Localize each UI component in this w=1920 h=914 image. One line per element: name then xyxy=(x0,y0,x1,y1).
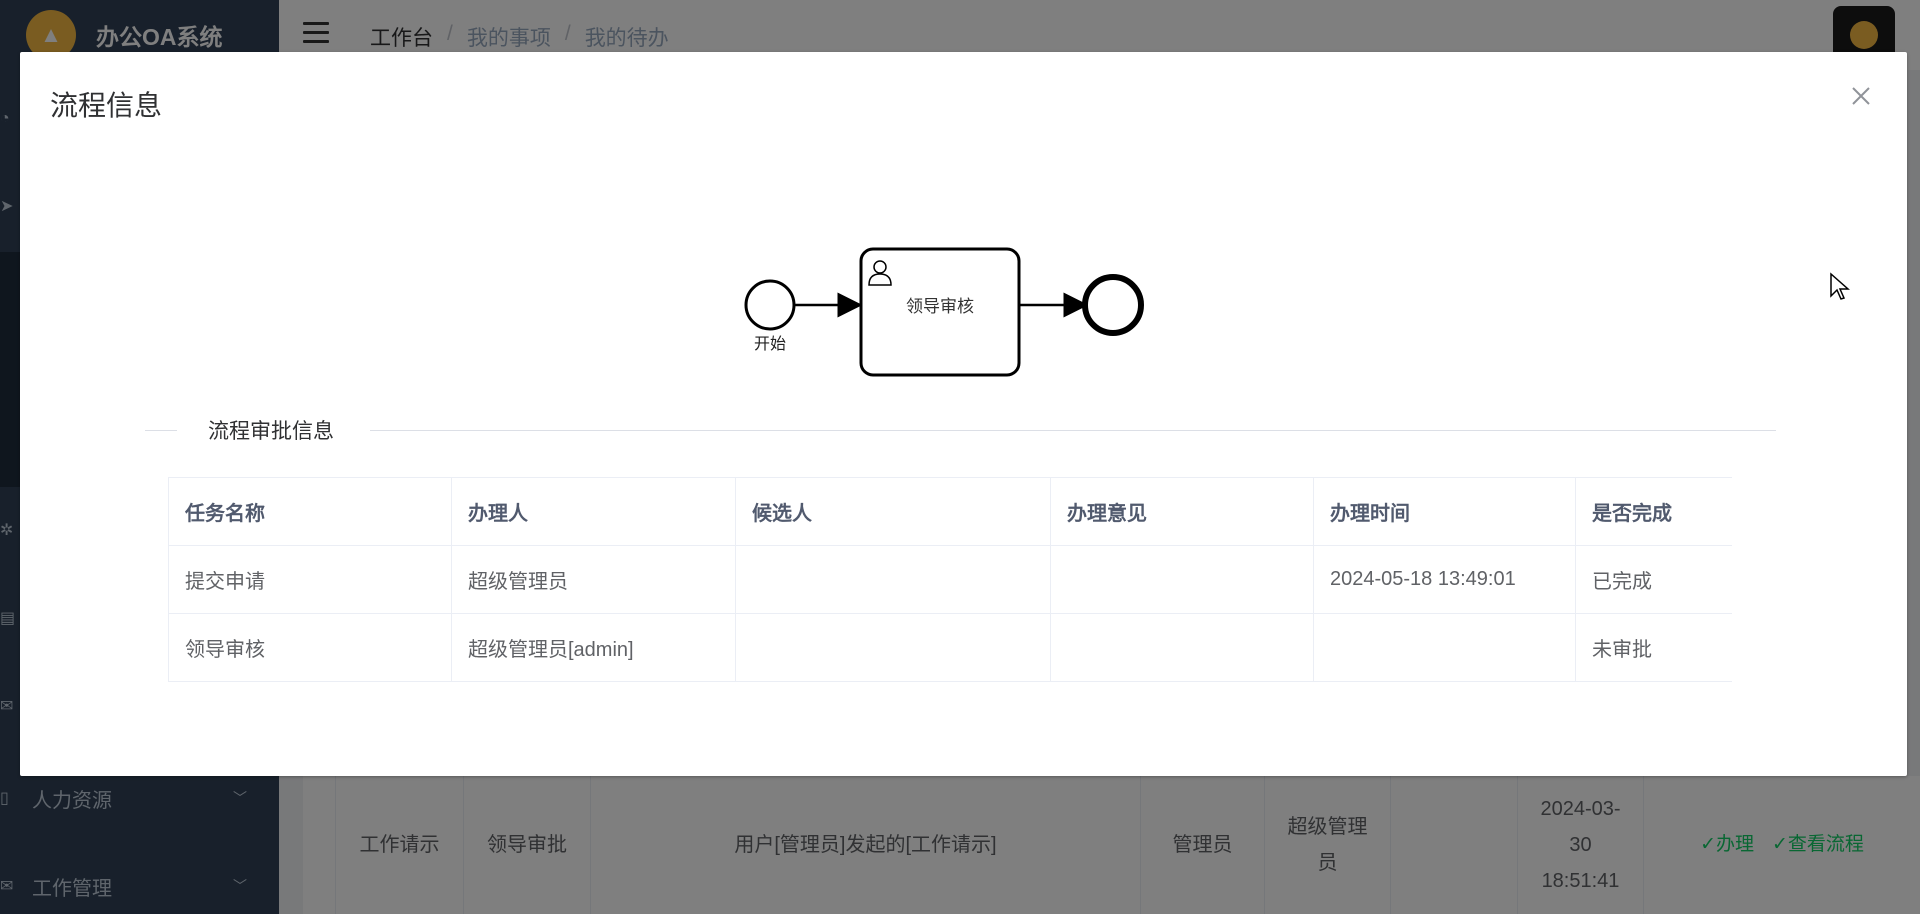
start-event[interactable] xyxy=(744,279,796,331)
task-label: 领导审核 xyxy=(906,297,974,317)
close-icon[interactable] xyxy=(1849,84,1873,108)
column-header: 候选人 xyxy=(735,477,1051,546)
bpmn-diagram: 开始 领导审核 xyxy=(720,232,1220,412)
process-info-dialog: 流程信息 开始 领导审核 流程审批信息 任务名称 办理人 候选人 办理意见 办理… xyxy=(20,52,1907,776)
handler-cell: 超级管理员[admin] xyxy=(451,613,736,682)
mouse-cursor-icon xyxy=(1829,272,1851,302)
handler-cell: 超级管理员 xyxy=(451,545,736,614)
candidate-cell xyxy=(735,545,1051,614)
candidate-cell xyxy=(735,613,1051,682)
end-event[interactable] xyxy=(1082,274,1144,336)
start-label: 开始 xyxy=(754,334,786,353)
divider-line xyxy=(145,430,177,431)
divider-line xyxy=(370,430,1776,431)
column-header: 是否完成 xyxy=(1575,477,1732,546)
column-header: 办理意见 xyxy=(1050,477,1314,546)
column-header: 任务名称 xyxy=(168,477,452,546)
task-name-cell: 提交申请 xyxy=(168,545,452,614)
section-title: 流程审批信息 xyxy=(208,415,334,445)
opinion-cell xyxy=(1050,545,1314,614)
time-cell xyxy=(1313,613,1576,682)
table-row: 提交申请 超级管理员 2024-05-18 13:49:01 已完成 xyxy=(168,545,1732,614)
section-divider: 流程审批信息 xyxy=(145,415,1776,445)
opinion-cell xyxy=(1050,613,1314,682)
table-header-row: 任务名称 办理人 候选人 办理意见 办理时间 是否完成 xyxy=(168,477,1732,546)
time-cell: 2024-05-18 13:49:01 xyxy=(1313,545,1576,614)
status-cell: 未审批 xyxy=(1575,613,1732,682)
table-row: 领导审核 超级管理员[admin] 未审批 xyxy=(168,613,1732,682)
status-cell: 已完成 xyxy=(1575,545,1732,614)
column-header: 办理时间 xyxy=(1313,477,1576,546)
dialog-title: 流程信息 xyxy=(50,90,163,121)
approval-table: 任务名称 办理人 候选人 办理意见 办理时间 是否完成 提交申请 超级管理员 2… xyxy=(168,477,1732,682)
column-header: 办理人 xyxy=(451,477,736,546)
task-name-cell: 领导审核 xyxy=(168,613,452,682)
